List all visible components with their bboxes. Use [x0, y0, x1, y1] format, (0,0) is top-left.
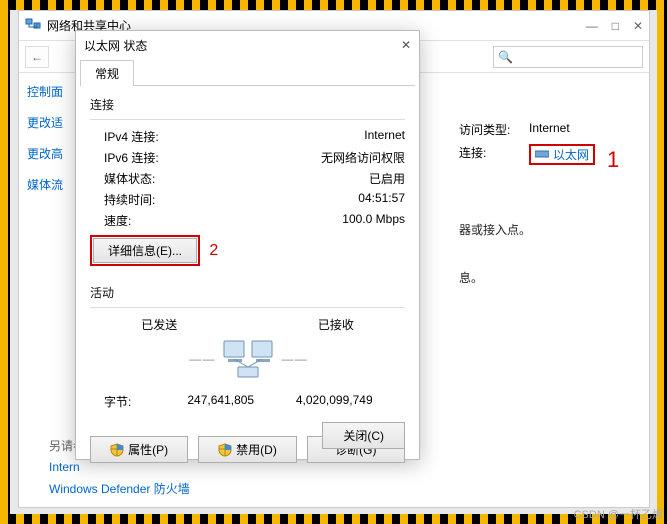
section-connection-title: 连接 [90, 96, 405, 113]
shield-icon [218, 443, 232, 457]
search-input[interactable]: 🔍 [493, 46, 643, 68]
dialog-close-icon[interactable]: ✕ [401, 38, 411, 52]
access-type-label: 访问类型: [459, 121, 529, 138]
details-highlight: 详细信息(E)... [90, 235, 200, 266]
properties-button[interactable]: 属性(P) [90, 436, 188, 463]
sidebar-item[interactable]: 媒体流 [27, 176, 69, 193]
ipv6-value: 无网络访问权限 [321, 149, 405, 166]
sidebar-item[interactable]: 控制面 [27, 83, 69, 100]
annotation-1: 1 [607, 147, 619, 173]
shield-icon [110, 443, 124, 457]
bytes-label: 字节: [104, 393, 164, 410]
close-icon[interactable]: ✕ [633, 19, 643, 33]
bytes-sent-value: 247,641,805 [164, 393, 278, 410]
sidebar-item[interactable]: 更改高 [27, 145, 69, 162]
ipv4-label: IPv4 连接: [104, 128, 204, 145]
activity-monitors-icon: — — — — [90, 337, 405, 381]
speed-value: 100.0 Mbps [342, 212, 405, 229]
info-text-1: 器或接入点。 [459, 221, 531, 238]
dialog-title: 以太网 状态 [84, 37, 147, 54]
disable-button[interactable]: 禁用(D) [198, 436, 296, 463]
sent-label: 已发送 [104, 316, 214, 333]
properties-button-label: 属性(P) [128, 441, 168, 458]
media-state-label: 媒体状态: [104, 170, 204, 187]
info-text-2: 息。 [459, 269, 483, 286]
connection-link[interactable]: 以太网 [529, 144, 595, 165]
connection-label: 连接: [459, 144, 529, 165]
search-icon: 🔍 [498, 50, 513, 64]
watermark: CSDN @一杯乙烯 [574, 506, 663, 522]
ipv4-value: Internet [364, 128, 405, 145]
received-label: 已接收 [281, 316, 391, 333]
connection-link-text: 以太网 [553, 146, 589, 163]
tab-general[interactable]: 常规 [80, 60, 134, 86]
access-type-value: Internet [529, 121, 570, 138]
ethernet-status-dialog: 以太网 状态 ✕ 常规 连接 IPv4 连接: Internet IPv6 连接:… [75, 30, 420, 460]
defender-firewall-link[interactable]: Windows Defender 防火墙 [49, 480, 190, 497]
minimize-icon[interactable]: — [586, 19, 598, 33]
duration-value: 04:51:57 [358, 191, 405, 208]
media-state-value: 已启用 [369, 170, 405, 187]
disable-button-label: 禁用(D) [236, 441, 277, 458]
section-activity-title: 活动 [90, 284, 405, 301]
back-button[interactable]: ← [25, 46, 49, 68]
close-button[interactable]: 关闭(C) [322, 422, 405, 449]
sidebar-item[interactable]: 更改适 [27, 114, 69, 131]
bytes-received-value: 4,020,099,749 [278, 393, 392, 410]
maximize-icon[interactable]: □ [612, 19, 619, 33]
annotation-2: 2 [209, 242, 218, 259]
speed-label: 速度: [104, 212, 204, 229]
details-button[interactable]: 详细信息(E)... [93, 238, 197, 263]
app-icon [25, 16, 41, 35]
ipv6-label: IPv6 连接: [104, 149, 204, 166]
duration-label: 持续时间: [104, 191, 204, 208]
sidebar: 控制面 更改适 更改高 媒体流 [19, 77, 77, 213]
dialog-titlebar: 以太网 状态 ✕ [76, 31, 419, 59]
nic-icon [535, 148, 549, 162]
